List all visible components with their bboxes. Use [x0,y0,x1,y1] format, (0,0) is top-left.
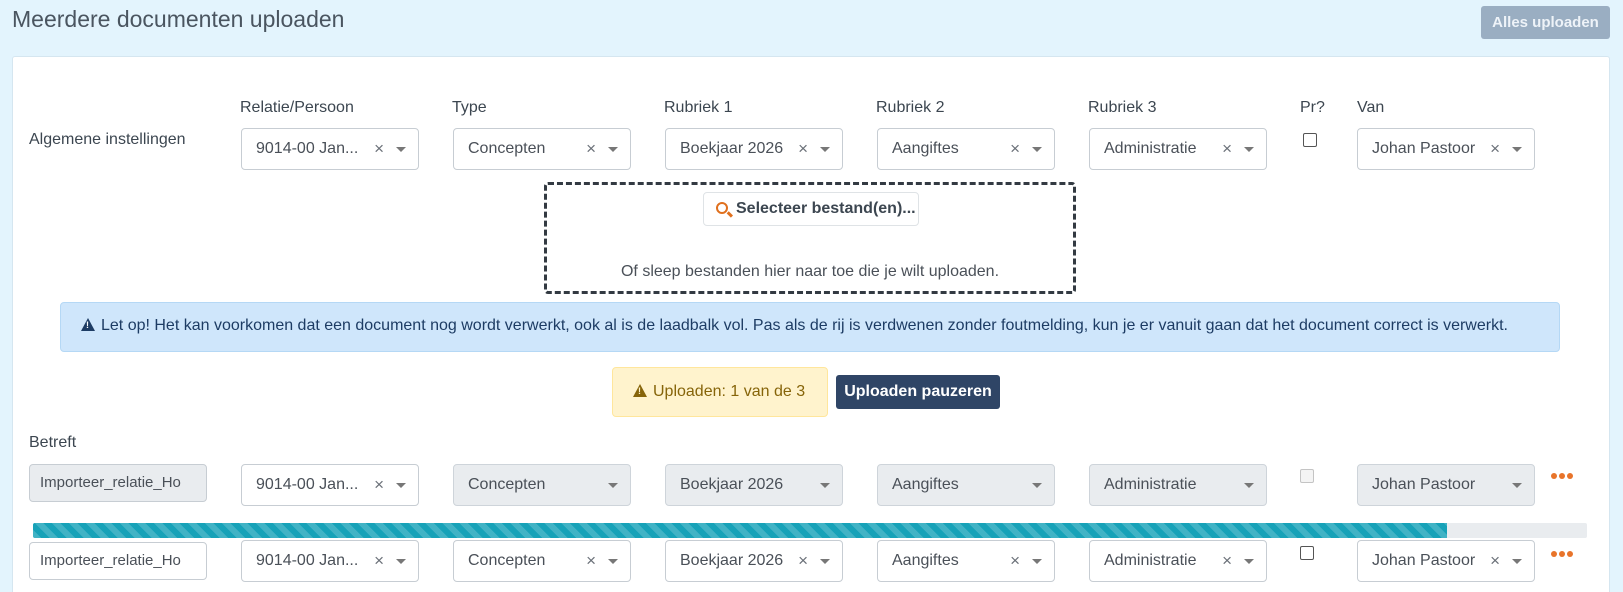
clear-icon[interactable]: × [1490,139,1500,159]
general-relatie-select[interactable]: 9014-00 Jan... × [241,128,419,170]
upload-progress-bar [33,523,1587,538]
page-title: Meerdere documenten uploaden [12,6,345,32]
row1-type-select[interactable]: Concepten [453,464,631,506]
chevron-down-icon [608,559,618,564]
row1-rubriek1-select[interactable]: Boekjaar 2026 [665,464,843,506]
file-dropzone[interactable]: Selecteer bestand(en)... Of sleep bestan… [544,182,1076,294]
row1-van-select[interactable]: Johan Pastoor [1357,464,1535,506]
row1-menu-icon[interactable] [1551,473,1573,479]
chevron-down-icon [1244,483,1254,488]
general-rubriek2-select[interactable]: Aangiftes × [877,128,1055,170]
filename-input[interactable]: Importeer_relatie_Ho [29,464,207,502]
clear-icon[interactable]: × [374,475,384,495]
chevron-down-icon [1032,483,1042,488]
clear-icon[interactable]: × [374,139,384,159]
warning-icon [81,318,95,331]
upload-status-text: Uploaden: 1 van de 3 [653,383,806,400]
select-value: 9014-00 Jan... [256,140,359,157]
clear-icon[interactable]: × [1010,551,1020,571]
select-value: Johan Pastoor [1372,552,1476,569]
select-value: Boekjaar 2026 [680,552,784,569]
column-header-private: Pr? [1300,99,1325,116]
select-value: Johan Pastoor [1372,476,1476,493]
row2-rubriek2-select[interactable]: Aangiftes × [877,540,1055,582]
select-files-button[interactable]: Selecteer bestand(en)... [703,192,919,226]
general-settings-label: Algemene instellingen [29,131,186,148]
select-value: Johan Pastoor [1372,140,1476,157]
column-header-type: Type [452,99,487,116]
general-private-checkbox[interactable] [1303,133,1317,147]
select-files-label: Selecteer bestand(en)... [736,200,916,217]
select-value: 9014-00 Jan... [256,552,359,569]
chevron-down-icon [608,147,618,152]
general-van-select[interactable]: Johan Pastoor × [1357,128,1535,170]
column-header-van: Van [1357,99,1385,116]
info-alert: Let op! Het kan voorkomen dat een docume… [60,302,1560,352]
select-value: Aangiftes [892,140,959,157]
upload-all-button[interactable]: Alles uploaden [1481,6,1610,39]
filename-input[interactable]: Importeer_relatie_Ho [29,542,207,580]
clear-icon[interactable]: × [1490,551,1500,571]
general-type-select[interactable]: Concepten × [453,128,631,170]
row2-type-select[interactable]: Concepten × [453,540,631,582]
clear-icon[interactable]: × [1010,139,1020,159]
clear-icon[interactable]: × [798,551,808,571]
chevron-down-icon [1512,147,1522,152]
select-value: Concepten [468,476,546,493]
row2-private-checkbox[interactable] [1300,546,1314,560]
chevron-down-icon [1244,559,1254,564]
dropzone-hint: Of sleep bestanden hier naar toe die je … [620,263,1000,280]
column-header-rubriek1: Rubriek 1 [664,99,733,116]
progress-fill [33,523,1448,538]
select-value: Aangiftes [892,552,959,569]
general-rubriek1-select[interactable]: Boekjaar 2026 × [665,128,843,170]
general-rubriek3-select[interactable]: Administratie × [1089,128,1267,170]
row2-van-select[interactable]: Johan Pastoor × [1357,540,1535,582]
chevron-down-icon [1244,147,1254,152]
upload-status-alert: Uploaden: 1 van de 3 [612,367,828,417]
chevron-down-icon [1512,559,1522,564]
clear-icon[interactable]: × [586,139,596,159]
clear-icon[interactable]: × [1222,551,1232,571]
select-value: Concepten [468,552,546,569]
clear-icon[interactable]: × [1222,139,1232,159]
chevron-down-icon [1512,483,1522,488]
row2-rubriek1-select[interactable]: Boekjaar 2026 × [665,540,843,582]
chevron-down-icon [1032,559,1042,564]
row2-menu-icon[interactable] [1551,551,1573,557]
column-header-rubriek3: Rubriek 3 [1088,99,1157,116]
row1-private-checkbox[interactable] [1300,469,1314,483]
select-value: Boekjaar 2026 [680,140,784,157]
info-alert-text: Let op! Het kan voorkomen dat een docume… [101,317,1508,334]
select-value: Administratie [1104,140,1197,157]
betreft-label: Betreft [29,434,77,451]
chevron-down-icon [820,559,830,564]
column-header-rubriek2: Rubriek 2 [876,99,945,116]
column-header-relatie: Relatie/Persoon [240,99,354,116]
chevron-down-icon [820,147,830,152]
warning-icon [633,384,647,397]
chevron-down-icon [820,483,830,488]
select-value: Administratie [1104,552,1197,569]
select-value: Boekjaar 2026 [680,476,784,493]
row1-rubriek3-select[interactable]: Administratie [1089,464,1267,506]
chevron-down-icon [608,483,618,488]
chevron-down-icon [396,483,406,488]
pause-upload-button[interactable]: Uploaden pauzeren [836,375,1000,409]
select-value: Concepten [468,140,546,157]
clear-icon[interactable]: × [374,551,384,571]
chevron-down-icon [396,147,406,152]
clear-icon[interactable]: × [586,551,596,571]
row2-rubriek3-select[interactable]: Administratie × [1089,540,1267,582]
select-value: Aangiftes [892,476,959,493]
row1-rubriek2-select[interactable]: Aangiftes [877,464,1055,506]
select-value: Administratie [1104,476,1197,493]
row1-relatie-select[interactable]: 9014-00 Jan... × [241,464,419,506]
clear-icon[interactable]: × [798,139,808,159]
chevron-down-icon [396,559,406,564]
search-icon [716,202,728,214]
chevron-down-icon [1032,147,1042,152]
select-value: 9014-00 Jan... [256,476,359,493]
row2-relatie-select[interactable]: 9014-00 Jan... × [241,540,419,582]
